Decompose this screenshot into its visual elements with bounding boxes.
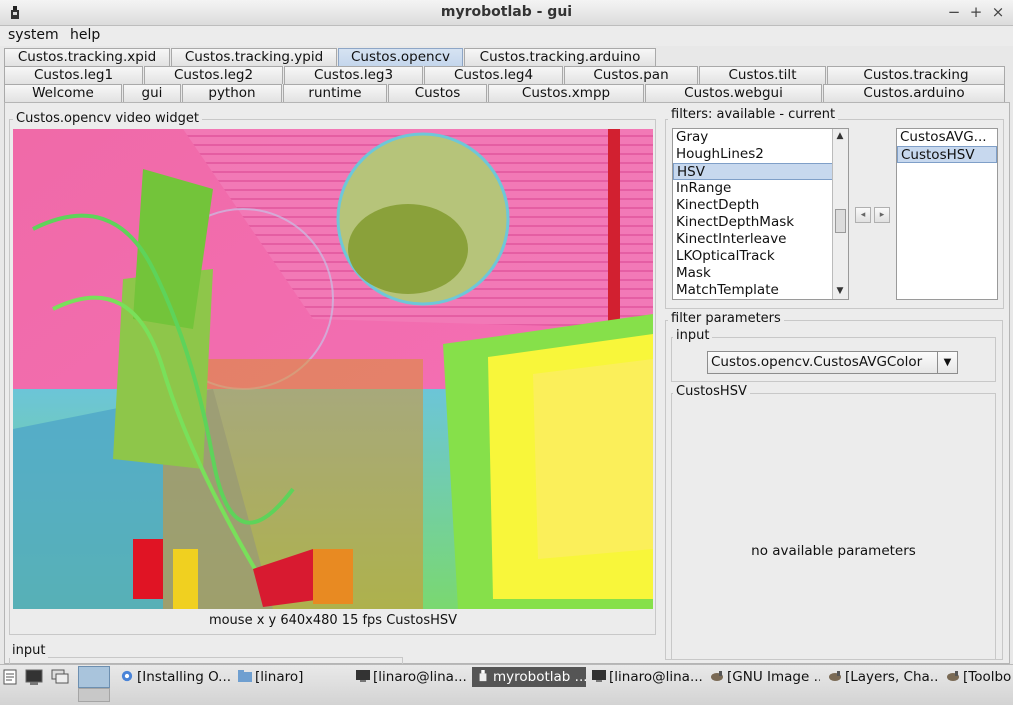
- workspace-2[interactable]: [78, 688, 110, 702]
- terminal-icon: [356, 670, 370, 682]
- tab-custos-arduino[interactable]: Custos.arduino: [823, 84, 1005, 102]
- tab-custos-tilt[interactable]: Custos.tilt: [699, 66, 826, 84]
- close-button[interactable]: ×: [989, 3, 1007, 21]
- tab-custos-leg2[interactable]: Custos.leg2: [144, 66, 283, 84]
- windows-launcher-icon[interactable]: [51, 668, 69, 686]
- tab-custos-leg3[interactable]: Custos.leg3: [284, 66, 423, 84]
- menu-system[interactable]: system: [8, 27, 59, 43]
- list-item[interactable]: HoughLines2: [673, 146, 848, 163]
- video-widget-label: Custos.opencv video widget: [13, 111, 202, 126]
- folder-icon: [238, 670, 252, 682]
- taskbar-item-gimp[interactable]: [GNU Image ...: [710, 667, 820, 687]
- list-item-selected[interactable]: CustosHSV: [897, 146, 997, 163]
- taskbar-item-terminal-1[interactable]: [linaro@lina...: [356, 667, 466, 687]
- no-parameters-message: no available parameters: [751, 543, 916, 559]
- tab-custos-opencv[interactable]: Custos.opencv: [338, 48, 463, 66]
- window-title: myrobotlab - gui: [440, 4, 573, 20]
- gimp-icon: [947, 671, 959, 681]
- list-item[interactable]: MatchTemplate: [673, 282, 848, 299]
- move-left-button[interactable]: ◂: [855, 207, 871, 223]
- filter-parameters-label: filter parameters: [668, 311, 784, 326]
- current-filters-list[interactable]: CustosAVG... CustosHSV: [896, 128, 998, 300]
- tab-custos-leg4[interactable]: Custos.leg4: [424, 66, 563, 84]
- list-item[interactable]: KinectDepth: [673, 197, 848, 214]
- terminal-icon: [592, 670, 606, 682]
- list-item[interactable]: LKOpticalTrack: [673, 248, 848, 265]
- taskbar-item-terminal-2[interactable]: [linaro@lina...: [592, 667, 702, 687]
- input-source-select[interactable]: Custos.opencv.CustosAVGColor ▼: [707, 351, 958, 374]
- available-list-scrollbar[interactable]: ▲ ▼: [832, 129, 848, 299]
- maximize-button[interactable]: +: [967, 3, 985, 21]
- scroll-up-icon[interactable]: ▲: [833, 129, 847, 143]
- video-frame[interactable]: [13, 129, 653, 609]
- input-source-value: Custos.opencv.CustosAVGColor: [711, 354, 923, 370]
- scroll-thumb[interactable]: [835, 209, 846, 233]
- taskbar-item-myrobotlab[interactable]: myrobotlab ...: [472, 667, 586, 687]
- taskbar-item-layers[interactable]: [Layers, Cha...: [828, 667, 938, 687]
- gimp-icon: [829, 671, 841, 681]
- menu-bar: system help: [0, 26, 1013, 46]
- taskbar-item-installing[interactable]: [Installing O...: [120, 667, 232, 687]
- list-item[interactable]: Mask: [673, 265, 848, 282]
- tab-runtime[interactable]: runtime: [283, 84, 387, 102]
- terminal-launcher-icon[interactable]: [25, 668, 43, 686]
- menu-help[interactable]: help: [70, 27, 100, 43]
- tab-custos-xmpp[interactable]: Custos.xmpp: [488, 84, 644, 102]
- taskbar-item-linaro-folder[interactable]: [linaro]: [238, 667, 338, 687]
- tab-custos-leg1[interactable]: Custos.leg1: [4, 66, 143, 84]
- list-item[interactable]: KinectInterleave: [673, 231, 848, 248]
- hsv-parameters-group: [671, 393, 996, 660]
- tab-gui[interactable]: gui: [123, 84, 181, 102]
- gimp-icon: [711, 671, 723, 681]
- tab-custos-tracking-xpid[interactable]: Custos.tracking.xpid: [4, 48, 170, 66]
- hsv-parameters-label: CustosHSV: [673, 384, 750, 399]
- available-filters-list[interactable]: Gray HoughLines2 HSV InRange KinectDepth…: [672, 128, 849, 300]
- tab-welcome[interactable]: Welcome: [4, 84, 122, 102]
- workspace-1[interactable]: [78, 666, 110, 688]
- camera-image: [13, 129, 653, 609]
- chevron-down-icon[interactable]: ▼: [937, 352, 957, 373]
- taskbar: [Installing O... [linaro] [linaro@lina..…: [0, 664, 1013, 705]
- taskbar-item-toolbox[interactable]: [Toolbo: [946, 667, 1013, 687]
- chromium-icon: [121, 670, 133, 682]
- list-item[interactable]: CustosAVG...: [897, 129, 997, 146]
- tab-custos-tracking[interactable]: Custos.tracking: [827, 66, 1005, 84]
- editor-launcher-icon[interactable]: [3, 668, 19, 686]
- parameters-input-label: input: [673, 328, 713, 343]
- list-item[interactable]: InRange: [673, 180, 848, 197]
- filters-label: filters: available - current: [668, 107, 839, 122]
- input-label: input: [9, 643, 49, 658]
- tab-custos-tracking-arduino[interactable]: Custos.tracking.arduino: [464, 48, 656, 66]
- list-item-selected[interactable]: HSV: [673, 163, 848, 180]
- move-right-button[interactable]: ▸: [874, 207, 890, 223]
- list-item[interactable]: Gray: [673, 129, 848, 146]
- minimize-button[interactable]: −: [945, 3, 963, 21]
- tab-custos-pan[interactable]: Custos.pan: [564, 66, 698, 84]
- tab-python[interactable]: python: [182, 84, 282, 102]
- tab-custos-tracking-ypid[interactable]: Custos.tracking.ypid: [171, 48, 337, 66]
- list-item[interactable]: KinectDepthMask: [673, 214, 848, 231]
- scroll-down-icon[interactable]: ▼: [833, 284, 847, 298]
- tab-custos[interactable]: Custos: [388, 84, 487, 102]
- robot-icon: [479, 670, 487, 682]
- tab-custos-webgui[interactable]: Custos.webgui: [645, 84, 822, 102]
- title-bar: myrobotlab - gui − + ×: [0, 0, 1013, 26]
- video-status: mouse x y 640x480 15 fps CustosHSV: [208, 613, 458, 628]
